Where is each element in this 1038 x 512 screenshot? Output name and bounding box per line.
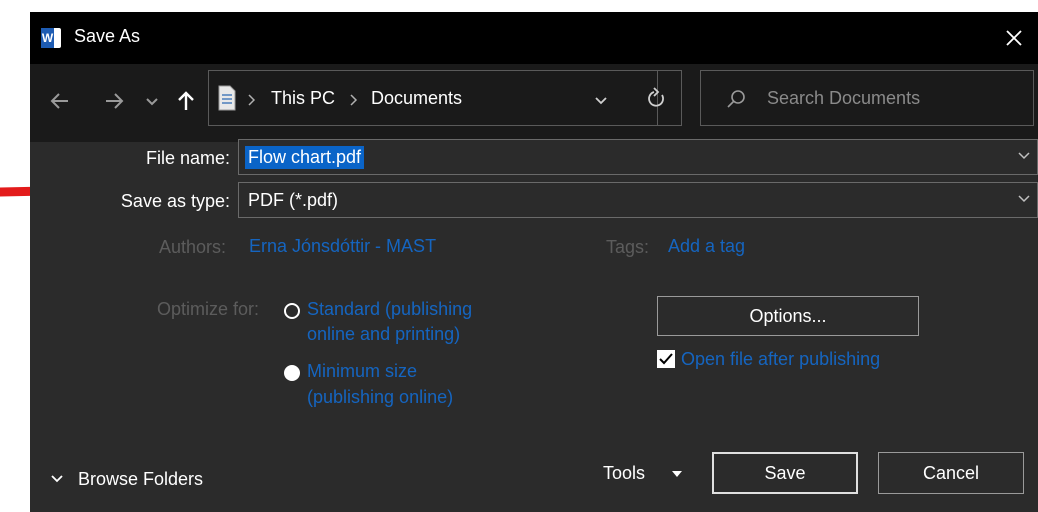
breadcrumb-separator-icon: [248, 94, 256, 106]
search-placeholder: Search Documents: [767, 88, 921, 108]
word-app-icon-letter: W: [41, 28, 54, 48]
navigation-bar: This PC Documents Search Documents: [30, 64, 1038, 142]
browse-folders-button[interactable]: Browse Folders: [78, 469, 203, 490]
checkmark-icon: [659, 353, 673, 365]
options-button[interactable]: Options...: [657, 296, 919, 336]
open-after-checkbox[interactable]: [657, 350, 675, 368]
breadcrumb-documents[interactable]: Documents: [371, 88, 462, 109]
file-name-field[interactable]: Flow chart.pdf: [238, 139, 1038, 175]
recent-locations-chevron-icon[interactable]: [144, 86, 160, 116]
cancel-button[interactable]: Cancel: [878, 452, 1024, 494]
close-icon[interactable]: [998, 22, 1030, 54]
search-icon: [727, 90, 745, 108]
tools-button[interactable]: Tools: [603, 463, 645, 484]
address-bar[interactable]: This PC Documents: [208, 70, 658, 126]
option-minimum-line2[interactable]: (publishing online): [307, 385, 453, 409]
save-as-type-select[interactable]: PDF (*.pdf): [238, 182, 1038, 218]
refresh-icon: [648, 87, 664, 107]
address-history-chevron-icon[interactable]: [593, 95, 609, 107]
search-box[interactable]: Search Documents: [700, 70, 1034, 126]
radio-standard[interactable]: [284, 303, 300, 319]
refresh-button[interactable]: [632, 70, 682, 126]
file-name-value[interactable]: Flow chart.pdf: [245, 146, 365, 169]
title-bar: W Save As: [30, 12, 1038, 64]
word-app-icon: W: [41, 28, 61, 48]
forward-arrow-icon[interactable]: [100, 86, 128, 116]
tools-dropdown-arrow-icon[interactable]: [671, 470, 683, 478]
document-location-icon: [218, 85, 236, 111]
tags-label: Tags:: [606, 237, 650, 257]
breadcrumb-this-pc[interactable]: This PC: [271, 88, 335, 109]
open-after-label[interactable]: Open file after publishing: [681, 347, 880, 371]
save-as-type-dropdown-chevron-icon[interactable]: [1017, 193, 1031, 205]
file-name-label: File name:: [145, 148, 230, 168]
save-as-type-value: PDF (*.pdf): [248, 190, 339, 210]
browse-folders-chevron-icon[interactable]: [50, 473, 64, 485]
save-as-dialog: W Save As This PC Documents Search Docum…: [30, 12, 1038, 512]
radio-minimum-size[interactable]: [284, 365, 300, 381]
file-name-dropdown-chevron-icon[interactable]: [1017, 150, 1031, 162]
dialog-title: Save As: [74, 26, 141, 46]
back-arrow-icon[interactable]: [46, 86, 74, 116]
up-arrow-icon[interactable]: [174, 86, 198, 116]
option-standard-line2[interactable]: online and printing): [307, 322, 460, 346]
authors-value[interactable]: Erna Jónsdóttir - MAST: [249, 234, 436, 258]
add-tag-link[interactable]: Add a tag: [668, 234, 745, 258]
breadcrumb-separator-icon: [350, 94, 358, 106]
authors-label: Authors:: [159, 237, 227, 257]
save-as-type-label: Save as type:: [120, 191, 230, 211]
optimize-for-label: Optimize for:: [157, 299, 260, 319]
save-button[interactable]: Save: [712, 452, 858, 494]
option-minimum-line1[interactable]: Minimum size: [307, 359, 417, 383]
option-standard-line1[interactable]: Standard (publishing: [307, 297, 472, 321]
